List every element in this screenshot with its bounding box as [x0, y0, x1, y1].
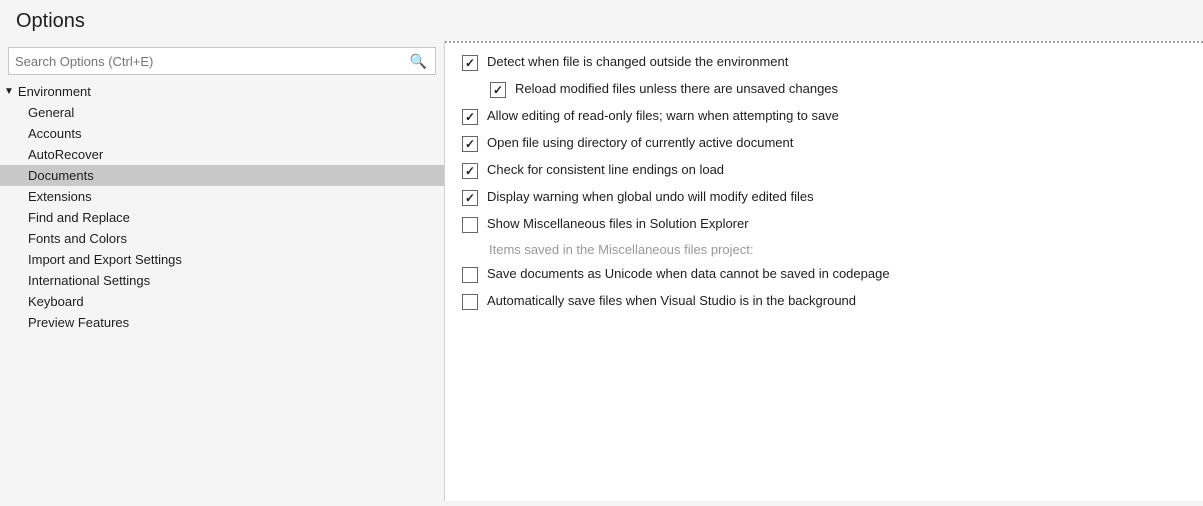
option-row-allow-editing-readonly: Allow editing of read-only files; warn w… — [461, 107, 1187, 126]
sidebar-item-label: Preview Features — [28, 315, 129, 330]
option-label-save-unicode: Save documents as Unicode when data cann… — [487, 265, 890, 283]
sidebar-item-keyboard[interactable]: Keyboard — [0, 291, 444, 312]
sidebar-item-find-replace[interactable]: Find and Replace — [0, 207, 444, 228]
sidebar-item-label: General — [28, 105, 74, 120]
checkbox-allow-editing-readonly[interactable] — [462, 109, 478, 125]
option-row-reload-modified: Reload modified files unless there are u… — [461, 80, 1187, 99]
checkbox-check-line-endings[interactable] — [462, 163, 478, 179]
expand-icon: ▼ — [4, 86, 14, 97]
sidebar-item-documents[interactable]: Documents — [0, 165, 444, 186]
option-label-reload-modified: Reload modified files unless there are u… — [515, 80, 838, 98]
option-label-check-line-endings: Check for consistent line endings on loa… — [487, 161, 724, 179]
sidebar-item-import-export[interactable]: Import and Export Settings — [0, 249, 444, 270]
option-label-auto-save-background: Automatically save files when Visual Stu… — [487, 292, 856, 310]
sidebar-item-label: Keyboard — [28, 294, 84, 309]
sidebar: 🔍 ▼ Environment General Accounts AutoRecover… — [0, 41, 445, 501]
sidebar-item-environment[interactable]: ▼ Environment — [0, 81, 444, 102]
sidebar-item-label: Environment — [18, 84, 91, 99]
options-tree: ▼ Environment General Accounts AutoRecover Do… — [0, 81, 444, 501]
checkbox-save-unicode[interactable] — [462, 267, 478, 283]
option-row-check-line-endings: Check for consistent line endings on loa… — [461, 161, 1187, 180]
option-label-detect-file-change: Detect when file is changed outside the … — [487, 53, 788, 71]
sidebar-item-label: Documents — [28, 168, 94, 183]
option-row-show-misc-files: Show Miscellaneous files in Solution Exp… — [461, 215, 1187, 234]
sidebar-item-label: International Settings — [28, 273, 150, 288]
options-list: Detect when file is changed outside the … — [445, 43, 1203, 329]
checkbox-show-misc-files[interactable] — [462, 217, 478, 233]
option-row-open-file-directory: Open file using directory of currently a… — [461, 134, 1187, 153]
search-box[interactable]: 🔍 — [8, 47, 436, 75]
sidebar-item-fonts-colors[interactable]: Fonts and Colors — [0, 228, 444, 249]
search-input[interactable] — [9, 54, 402, 69]
sidebar-item-extensions[interactable]: Extensions — [0, 186, 444, 207]
section-label: Items saved in the Miscellaneous files p… — [489, 242, 1187, 257]
sidebar-item-label: Find and Replace — [28, 210, 130, 225]
sidebar-item-label: Accounts — [28, 126, 81, 141]
checkbox-display-warning-undo[interactable] — [462, 190, 478, 206]
checkbox-open-file-directory[interactable] — [462, 136, 478, 152]
checkbox-reload-modified[interactable] — [490, 82, 506, 98]
sidebar-item-label: Fonts and Colors — [28, 231, 127, 246]
option-row-detect-file-change: Detect when file is changed outside the … — [461, 53, 1187, 72]
option-row-auto-save-background: Automatically save files when Visual Stu… — [461, 292, 1187, 311]
option-label-show-misc-files: Show Miscellaneous files in Solution Exp… — [487, 215, 749, 233]
page-title: Options — [0, 0, 1203, 41]
option-row-save-unicode: Save documents as Unicode when data cann… — [461, 265, 1187, 284]
content-panel: Detect when file is changed outside the … — [445, 41, 1203, 501]
option-label-allow-editing-readonly: Allow editing of read-only files; warn w… — [487, 107, 839, 125]
search-icon: 🔍 — [402, 53, 435, 70]
sidebar-item-international[interactable]: International Settings — [0, 270, 444, 291]
option-row-display-warning-undo: Display warning when global undo will mo… — [461, 188, 1187, 207]
sidebar-item-general[interactable]: General — [0, 102, 444, 123]
sidebar-item-label: Extensions — [28, 189, 92, 204]
sidebar-item-preview[interactable]: Preview Features — [0, 312, 444, 333]
option-label-display-warning-undo: Display warning when global undo will mo… — [487, 188, 814, 206]
sidebar-item-label: AutoRecover — [28, 147, 103, 162]
checkbox-auto-save-background[interactable] — [462, 294, 478, 310]
option-label-open-file-directory: Open file using directory of currently a… — [487, 134, 793, 152]
sidebar-item-label: Import and Export Settings — [28, 252, 182, 267]
checkbox-detect-file-change[interactable] — [462, 55, 478, 71]
sidebar-item-accounts[interactable]: Accounts — [0, 123, 444, 144]
sidebar-item-autorecover[interactable]: AutoRecover — [0, 144, 444, 165]
